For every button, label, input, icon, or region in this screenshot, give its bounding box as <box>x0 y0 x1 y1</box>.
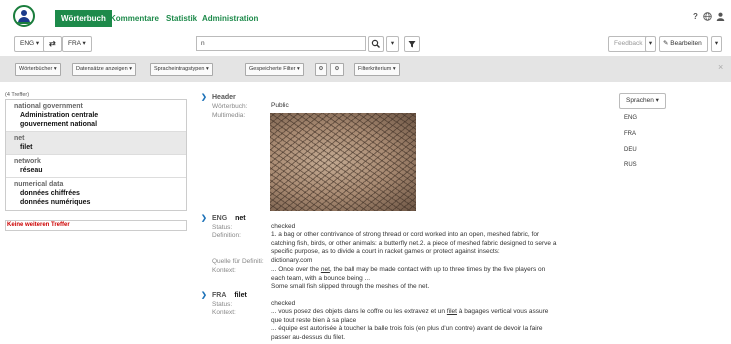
language-item-fra[interactable]: FRA <box>624 131 636 137</box>
context-line: ... Once over the net, the ball may be m… <box>271 266 546 273</box>
feedback-dropdown[interactable]: ▾ <box>645 36 656 52</box>
result-target-term[interactable]: réseau <box>14 166 178 175</box>
help-icon[interactable]: ? <box>693 12 698 21</box>
eng-status-label: Status: <box>212 224 233 231</box>
language-item-deu[interactable]: DEU <box>624 147 637 153</box>
result-group-selected[interactable]: net filet <box>6 132 186 155</box>
result-target-term[interactable]: gouvernement national <box>14 120 178 129</box>
definition-line: specific purpose, as to divide a court i… <box>271 248 500 255</box>
result-target-term[interactable]: Administration centrale <box>14 111 178 120</box>
nav-woerterbuch[interactable]: Wörterbuch <box>55 10 112 27</box>
source-language-select[interactable]: ENG ▾ <box>14 36 46 52</box>
result-group[interactable]: numerical data données chiffrées données… <box>6 178 186 209</box>
collapse-fra-icon[interactable]: ❯ <box>201 291 207 299</box>
result-source-term[interactable]: numerical data <box>14 180 178 189</box>
eng-context: ... Once over the net, the ball may be m… <box>271 266 611 292</box>
gears-icon: ⚙ <box>334 66 340 72</box>
eng-lang-code: ENG <box>212 215 228 222</box>
definition-line: 1. a bag or other contrivance of strong … <box>271 231 540 238</box>
eng-section-title[interactable]: ENG net <box>212 215 246 222</box>
feedback-button[interactable]: Feedback <box>608 36 649 52</box>
saved-filters-dropdown[interactable]: Gespeicherte Filter ▾ <box>245 63 304 76</box>
result-source-term[interactable]: national government <box>14 102 178 111</box>
logo-ground <box>17 22 31 24</box>
fra-term: filet <box>234 292 247 299</box>
hit-count: (4 Treffer) <box>5 92 30 98</box>
languages-dropdown[interactable]: Sprachen ▾ <box>619 93 666 109</box>
result-target-term[interactable]: données numériques <box>14 198 178 207</box>
fra-section-title[interactable]: FRA filet <box>212 292 247 299</box>
caret-down-icon: ▾ <box>648 40 653 47</box>
swap-languages-button[interactable]: ⇄ <box>43 36 62 52</box>
funnel-icon <box>408 41 416 48</box>
definition-line: catching fish, birds, or other animals: … <box>271 239 557 247</box>
eng-definition-label: Definition: <box>212 232 241 239</box>
dictionaries-filter[interactable]: Wörterbücher ▾ <box>15 63 61 76</box>
highlighted-term: net <box>320 266 330 273</box>
logo-person-head <box>21 10 27 16</box>
dictionary-label: Wörterbuch: <box>212 103 248 110</box>
filter-advanced-button[interactable]: ⚙ <box>330 63 344 76</box>
net-photo[interactable] <box>270 113 416 211</box>
no-more-results: Keine weiteren Treffer <box>5 220 187 231</box>
result-target-term[interactable]: filet <box>14 143 178 152</box>
eng-source-label: Quelle für Definiti: <box>212 258 264 265</box>
eng-definition: 1. a bag or other contrivance of strong … <box>271 231 611 257</box>
header-section-title[interactable]: Header <box>212 94 236 101</box>
pencil-square-icon: ✎ <box>663 40 669 47</box>
globe-icon[interactable] <box>703 12 712 21</box>
results-list: national government Administration centr… <box>5 99 187 211</box>
collapse-header-icon[interactable]: ❯ <box>201 93 207 101</box>
edit-dropdown[interactable]: ▾ <box>711 36 722 52</box>
filter-criterion-dropdown[interactable]: Filterkriterium ▾ <box>354 63 400 76</box>
gear-icon: ⚙ <box>318 66 324 72</box>
show-records-filter[interactable]: Datensätze anzeigen ▾ <box>72 63 136 76</box>
nav-kommentare[interactable]: Kommentare <box>110 10 159 27</box>
highlighted-term: filet <box>446 308 457 315</box>
eng-context-label: Kontext: <box>212 267 236 274</box>
result-group[interactable]: national government Administration centr… <box>6 100 186 132</box>
search-icon <box>371 39 380 48</box>
collapse-eng-icon[interactable]: ❯ <box>201 214 207 222</box>
nav-administration[interactable]: Administration <box>202 10 258 27</box>
app-logo[interactable] <box>13 5 35 27</box>
nav-statistik[interactable]: Statistik <box>166 10 197 27</box>
language-item-rus[interactable]: RUS <box>624 162 637 168</box>
result-target-term[interactable]: données chiffrées <box>14 189 178 198</box>
caret-down-icon: ▾ <box>390 40 395 47</box>
fra-context: ... vous posez des objets dans le coffre… <box>271 308 611 342</box>
context-line: ... équipe est autorisée à toucher la ba… <box>271 325 543 332</box>
target-language-select[interactable]: FRA ▾ <box>62 36 92 52</box>
fra-context-label: Kontext: <box>212 309 236 316</box>
caret-down-icon: ▾ <box>714 40 719 47</box>
entry-types-filter[interactable]: Spracheintragstypen ▾ <box>150 63 213 76</box>
close-filter-bar-icon[interactable]: × <box>718 62 723 72</box>
search-button[interactable] <box>368 36 384 52</box>
context-line: ... vous posez des objets dans le coffre… <box>271 308 549 315</box>
result-source-term[interactable]: network <box>14 157 178 166</box>
edit-button[interactable]: ✎ Bearbeiten <box>659 36 708 52</box>
search-input[interactable]: n <box>196 36 366 51</box>
filter-settings-button[interactable]: ⚙ <box>315 63 327 76</box>
context-line: passer au-dessus du filet. <box>271 333 346 341</box>
context-line: each team, with a bounce being ... <box>271 274 371 282</box>
fra-status-label: Status: <box>212 301 233 308</box>
search-options-dropdown[interactable]: ▾ <box>386 36 399 52</box>
context-line: que tout reste bien à sa place <box>271 316 357 324</box>
eng-term: net <box>235 215 246 222</box>
edit-label: Bearbeiten <box>670 40 702 47</box>
multimedia-label: Multimedia: <box>212 112 246 119</box>
filter-button[interactable] <box>404 36 420 52</box>
dictionary-value: Public <box>271 102 289 109</box>
user-icon[interactable] <box>716 12 725 21</box>
fra-lang-code: FRA <box>212 292 227 299</box>
result-source-term[interactable]: net <box>14 134 178 143</box>
language-item-eng[interactable]: ENG <box>624 115 637 121</box>
context-line: Some small fish slipped through the mesh… <box>271 283 430 290</box>
eng-source: dictionary.com <box>271 257 313 264</box>
result-group[interactable]: network réseau <box>6 155 186 178</box>
